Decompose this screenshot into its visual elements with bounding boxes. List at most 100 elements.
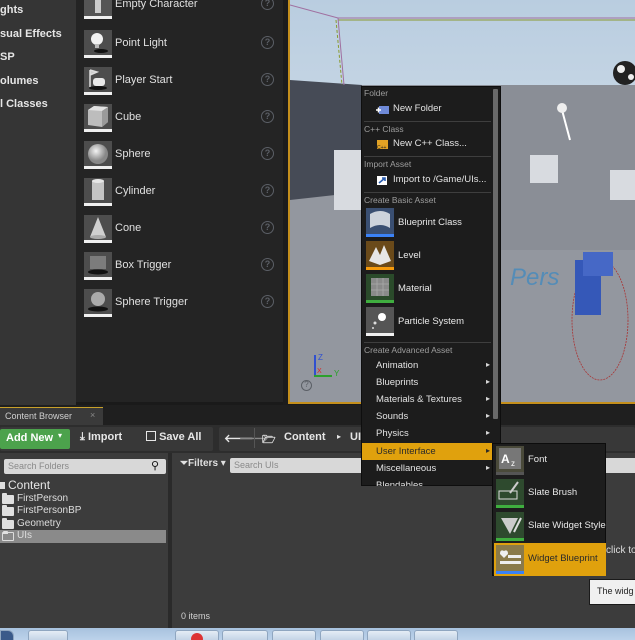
- taskbar-word-icon[interactable]: [320, 630, 364, 640]
- folder-uis-selected[interactable]: UIs: [0, 530, 166, 543]
- menu-miscellaneous[interactable]: Miscellaneous ▸: [362, 460, 496, 477]
- place-item-empty-character[interactable]: Empty Character ?: [82, 0, 278, 26]
- cpp-class-icon: C++: [377, 140, 388, 150]
- place-item-player-start[interactable]: Player Start ?: [82, 67, 278, 102]
- tooltip: The widg: [589, 579, 635, 605]
- add-new-button[interactable]: Add New ▾: [0, 429, 70, 449]
- taskbar-browser-icon[interactable]: [28, 630, 68, 640]
- filter-icon: ⏷: [180, 458, 188, 469]
- folder-tree-panel: Search Folders ⚲ Content FirstPerson Fir…: [0, 453, 170, 628]
- svg-text:z: z: [511, 459, 515, 468]
- place-item-cube[interactable]: Cube ?: [82, 104, 278, 139]
- place-item-sphere[interactable]: Sphere ?: [82, 141, 278, 176]
- place-item-cylinder[interactable]: Cylinder ?: [82, 178, 278, 213]
- folder-firstpersonbp[interactable]: FirstPersonBP: [0, 505, 166, 518]
- place-item-point-light[interactable]: Point Light ?: [82, 30, 278, 65]
- box-trigger-icon: [84, 252, 112, 280]
- menu-physics[interactable]: Physics ▸: [362, 425, 496, 442]
- import-button[interactable]: ⤓ Import: [80, 431, 122, 444]
- new-folder-icon: [376, 106, 389, 114]
- place-item-box-trigger[interactable]: Box Trigger ?: [82, 252, 278, 287]
- svg-text:A: A: [501, 452, 510, 466]
- section-folder: Folder: [364, 88, 389, 98]
- category-all-classes[interactable]: l Classes: [0, 98, 48, 110]
- level-item[interactable]: Level: [364, 240, 491, 273]
- tab-close-icon[interactable]: ×: [90, 410, 95, 420]
- svg-text:C++: C++: [377, 145, 387, 150]
- taskbar-unreal-icon[interactable]: [367, 630, 411, 640]
- light-bulb-icon: [84, 30, 112, 58]
- start-button[interactable]: [0, 630, 14, 640]
- help-icon[interactable]: ?: [261, 36, 274, 49]
- help-icon[interactable]: ?: [261, 221, 274, 234]
- taskbar-explorer-icon[interactable]: [74, 630, 172, 640]
- slate-brush-item[interactable]: Slate Brush: [494, 477, 606, 510]
- place-item-cone[interactable]: Cone ?: [82, 215, 278, 250]
- menu-blueprints[interactable]: Blueprints ▸: [362, 374, 496, 391]
- help-icon[interactable]: ?: [261, 184, 274, 197]
- sphere-icon: [84, 141, 112, 169]
- font-item[interactable]: Az Font: [494, 444, 606, 477]
- category-lights[interactable]: ghts: [0, 4, 23, 16]
- search-icon: ⚲: [151, 460, 160, 472]
- slate-widget-style-item[interactable]: Slate Widget Style: [494, 510, 606, 543]
- category-bsp[interactable]: SP: [0, 51, 15, 63]
- particle-system-item[interactable]: Particle System: [364, 306, 491, 339]
- open-folder-icon: 🗁: [262, 434, 276, 446]
- material-item[interactable]: Material: [364, 273, 491, 306]
- help-icon[interactable]: ?: [261, 147, 274, 160]
- submenu-arrow-icon: ▸: [485, 411, 490, 420]
- save-all-button[interactable]: Save All: [146, 431, 201, 443]
- menu-sounds[interactable]: Sounds ▸: [362, 408, 496, 425]
- material-icon: [366, 274, 394, 303]
- cylinder-icon: [84, 178, 112, 206]
- search-folders-input[interactable]: Search Folders: [4, 459, 166, 474]
- blueprint-class-item[interactable]: Blueprint Class: [364, 207, 491, 240]
- taskbar-epic-launcher-icon[interactable]: [272, 630, 316, 640]
- menu-user-interface[interactable]: User Interface ▸: [362, 443, 496, 460]
- breadcrumb-uis[interactable]: UI: [350, 431, 361, 443]
- save-icon: [146, 431, 156, 441]
- player-start-icon: [84, 67, 112, 95]
- slate-widget-style-icon: [496, 512, 524, 541]
- menu-blendables[interactable]: Blendables: [362, 477, 496, 486]
- category-volumes[interactable]: olumes: [0, 75, 39, 87]
- folder-icon: [2, 518, 14, 529]
- tree-root-content[interactable]: Content: [0, 478, 50, 492]
- menu-animation[interactable]: Animation ▸: [362, 357, 496, 374]
- submenu-arrow-icon: ▸: [485, 446, 490, 455]
- help-icon[interactable]: ?: [261, 258, 274, 271]
- cone-icon: [84, 215, 112, 243]
- tab-content-browser[interactable]: Content Browser ×: [0, 407, 103, 425]
- breadcrumb-content[interactable]: Content: [284, 431, 326, 443]
- help-icon[interactable]: ?: [261, 73, 274, 86]
- taskbar-app-icon[interactable]: [222, 630, 268, 640]
- menu-materials-textures[interactable]: Materials & Textures ▸: [362, 391, 496, 408]
- help-icon[interactable]: ?: [261, 0, 274, 10]
- viewport-help-icon[interactable]: ?: [301, 380, 312, 391]
- breadcrumb-arrow-icon[interactable]: ▸: [337, 432, 341, 441]
- widget-blueprint-item[interactable]: Widget Blueprint: [494, 543, 606, 576]
- help-icon[interactable]: ?: [261, 295, 274, 308]
- particle-system-icon: [366, 307, 394, 336]
- place-categories-panel: ghts sual Effects SP olumes l Classes: [0, 0, 76, 405]
- widget-blueprint-icon: [496, 545, 524, 574]
- section-basic-asset: Create Basic Asset: [364, 195, 436, 205]
- filters-button[interactable]: ⏷Filters ▾: [180, 458, 226, 469]
- blueprint-class-icon: [366, 208, 394, 237]
- place-item-sphere-trigger[interactable]: Sphere Trigger ?: [82, 289, 278, 324]
- folder-icon: [0, 482, 5, 489]
- item-count: 0 items: [181, 611, 211, 621]
- folder-icon: [2, 493, 14, 504]
- character-icon: [84, 0, 112, 19]
- toolbar-separator: [254, 428, 255, 448]
- help-icon[interactable]: ?: [261, 110, 274, 123]
- section-import: Import Asset: [364, 159, 412, 169]
- slate-brush-icon: [496, 479, 524, 508]
- category-visual-effects[interactable]: sual Effects: [0, 28, 62, 40]
- level-icon: [366, 241, 394, 270]
- font-icon: Az: [496, 446, 524, 475]
- taskbar-paint-icon[interactable]: [414, 630, 458, 640]
- taskbar-record-icon[interactable]: [175, 630, 219, 640]
- section-cpp: C++ Class: [364, 124, 404, 134]
